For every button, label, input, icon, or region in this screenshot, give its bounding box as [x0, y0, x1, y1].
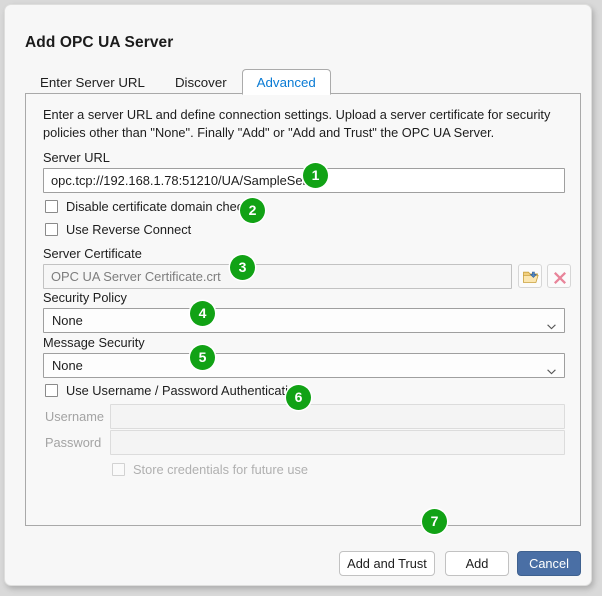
dialog-title: Add OPC UA Server — [25, 34, 174, 51]
store-credentials-checkbox[interactable] — [112, 463, 125, 476]
server-certificate-label: Server Certificate — [43, 246, 142, 261]
message-security-value: None — [52, 358, 83, 373]
browse-certificate-button[interactable] — [518, 264, 542, 288]
use-reverse-connect-row[interactable]: Use Reverse Connect — [45, 222, 191, 237]
use-username-password-auth-row[interactable]: Use Username / Password Authentication — [45, 383, 302, 398]
use-username-password-auth-label: Use Username / Password Authentication — [66, 383, 303, 398]
add-and-trust-button[interactable]: Add and Trust — [339, 551, 435, 576]
annotation-badge-6: 6 — [286, 385, 311, 410]
tab-bar: Enter Server URL Discover Advanced — [25, 67, 331, 95]
security-policy-label: Security Policy — [43, 290, 127, 305]
annotation-badge-3: 3 — [230, 255, 255, 280]
username-input[interactable] — [110, 404, 565, 429]
message-security-label: Message Security — [43, 335, 145, 350]
use-reverse-connect-label: Use Reverse Connect — [66, 222, 192, 237]
annotation-badge-2: 2 — [240, 198, 265, 223]
password-label: Password — [45, 435, 102, 450]
username-label: Username — [45, 409, 105, 424]
tab-advanced[interactable]: Advanced — [241, 69, 331, 95]
tab-discover[interactable]: Discover — [160, 69, 242, 95]
annotation-badge-4: 4 — [190, 301, 215, 326]
message-security-select[interactable]: None — [43, 353, 565, 378]
add-opc-ua-server-dialog: Add OPC UA Server Enter Server URL Disco… — [4, 4, 592, 586]
password-input[interactable] — [110, 430, 565, 455]
annotation-badge-7: 7 — [422, 509, 447, 534]
disable-cert-domain-check-checkbox[interactable] — [45, 200, 58, 213]
server-certificate-input[interactable]: OPC UA Server Certificate.crt — [43, 264, 512, 289]
clear-certificate-button[interactable] — [547, 264, 571, 288]
security-policy-value: None — [52, 313, 83, 328]
annotation-badge-5: 5 — [190, 345, 215, 370]
annotation-badge-1: 1 — [303, 163, 328, 188]
store-credentials-row[interactable]: Store credentials for future use — [112, 462, 308, 477]
panel-description: Enter a server URL and define connection… — [43, 107, 551, 140]
chevron-down-icon — [547, 362, 556, 375]
chevron-down-icon — [547, 317, 556, 330]
use-username-password-auth-checkbox[interactable] — [45, 384, 58, 397]
server-url-label: Server URL — [43, 150, 110, 165]
advanced-settings-panel: Enter a server URL and define connection… — [25, 93, 581, 526]
use-reverse-connect-checkbox[interactable] — [45, 223, 58, 236]
disable-cert-domain-check-row[interactable]: Disable certificate domain check — [45, 199, 250, 214]
disable-cert-domain-check-label: Disable certificate domain check — [66, 199, 250, 214]
security-policy-select[interactable]: None — [43, 308, 565, 333]
add-button[interactable]: Add — [445, 551, 509, 576]
store-credentials-label: Store credentials for future use — [133, 462, 308, 477]
cancel-button[interactable]: Cancel — [517, 551, 581, 576]
tab-enter-server-url[interactable]: Enter Server URL — [25, 69, 160, 95]
